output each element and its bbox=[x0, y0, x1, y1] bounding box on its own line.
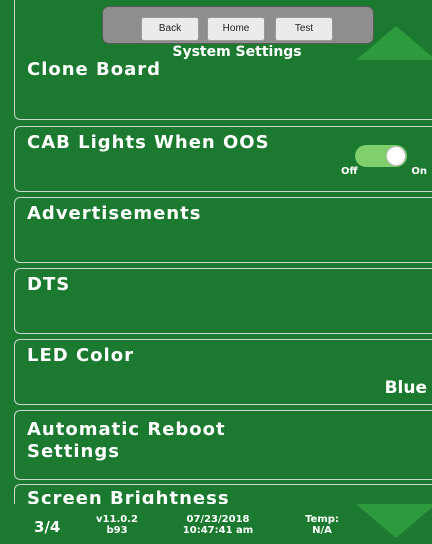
version-info: v11.0.2 b93 bbox=[94, 514, 140, 536]
setting-label: Advertisements bbox=[27, 203, 202, 224]
setting-row-automatic-reboot[interactable]: Automatic Reboot Settings bbox=[14, 410, 432, 480]
back-button[interactable]: Back bbox=[141, 17, 199, 41]
toggle-knob[interactable] bbox=[386, 146, 406, 166]
arrow-up-icon[interactable] bbox=[356, 26, 432, 60]
header-button-bar: Back Home Test bbox=[102, 6, 374, 44]
setting-label: DTS bbox=[27, 274, 71, 295]
setting-label: LED Color bbox=[27, 345, 134, 366]
version-text: v11.0.2 bbox=[96, 514, 138, 525]
setting-row-led-color[interactable]: LED Color Blue bbox=[14, 339, 432, 405]
toggle-track[interactable] bbox=[355, 145, 407, 167]
build-text: b93 bbox=[106, 525, 128, 536]
settings-screen: Clone Board CAB Lights When OOS Off On A… bbox=[0, 0, 432, 544]
time-text: 10:47:41 am bbox=[182, 525, 254, 536]
led-color-value: Blue bbox=[384, 378, 427, 398]
date-text: 07/23/2018 bbox=[186, 514, 250, 525]
toggle-on-label: On bbox=[411, 166, 427, 177]
temp-label: Temp: bbox=[305, 514, 339, 525]
temperature-info: Temp: N/A bbox=[296, 514, 348, 536]
setting-label: Clone Board bbox=[27, 59, 162, 80]
setting-label: CAB Lights When OOS bbox=[27, 132, 270, 153]
temp-value: N/A bbox=[312, 525, 332, 536]
setting-label-line1: Automatic Reboot bbox=[27, 419, 226, 440]
page-title: System Settings bbox=[172, 44, 302, 60]
arrow-down-icon[interactable] bbox=[356, 504, 432, 538]
settings-list: Clone Board CAB Lights When OOS Off On A… bbox=[0, 0, 432, 544]
setting-row-advertisements[interactable]: Advertisements bbox=[14, 197, 432, 263]
home-button[interactable]: Home bbox=[207, 17, 265, 41]
page-indicator: 3/4 bbox=[34, 518, 61, 536]
setting-row-dts[interactable]: DTS bbox=[14, 268, 432, 334]
toggle-off-label: Off bbox=[341, 166, 358, 177]
datetime-info: 07/23/2018 10:47:41 am bbox=[176, 514, 260, 536]
test-button[interactable]: Test bbox=[275, 17, 333, 41]
setting-row-cab-lights[interactable]: CAB Lights When OOS Off On bbox=[14, 126, 432, 192]
cab-lights-toggle[interactable]: Off On bbox=[341, 143, 427, 177]
setting-label-line2: Settings bbox=[27, 441, 120, 462]
